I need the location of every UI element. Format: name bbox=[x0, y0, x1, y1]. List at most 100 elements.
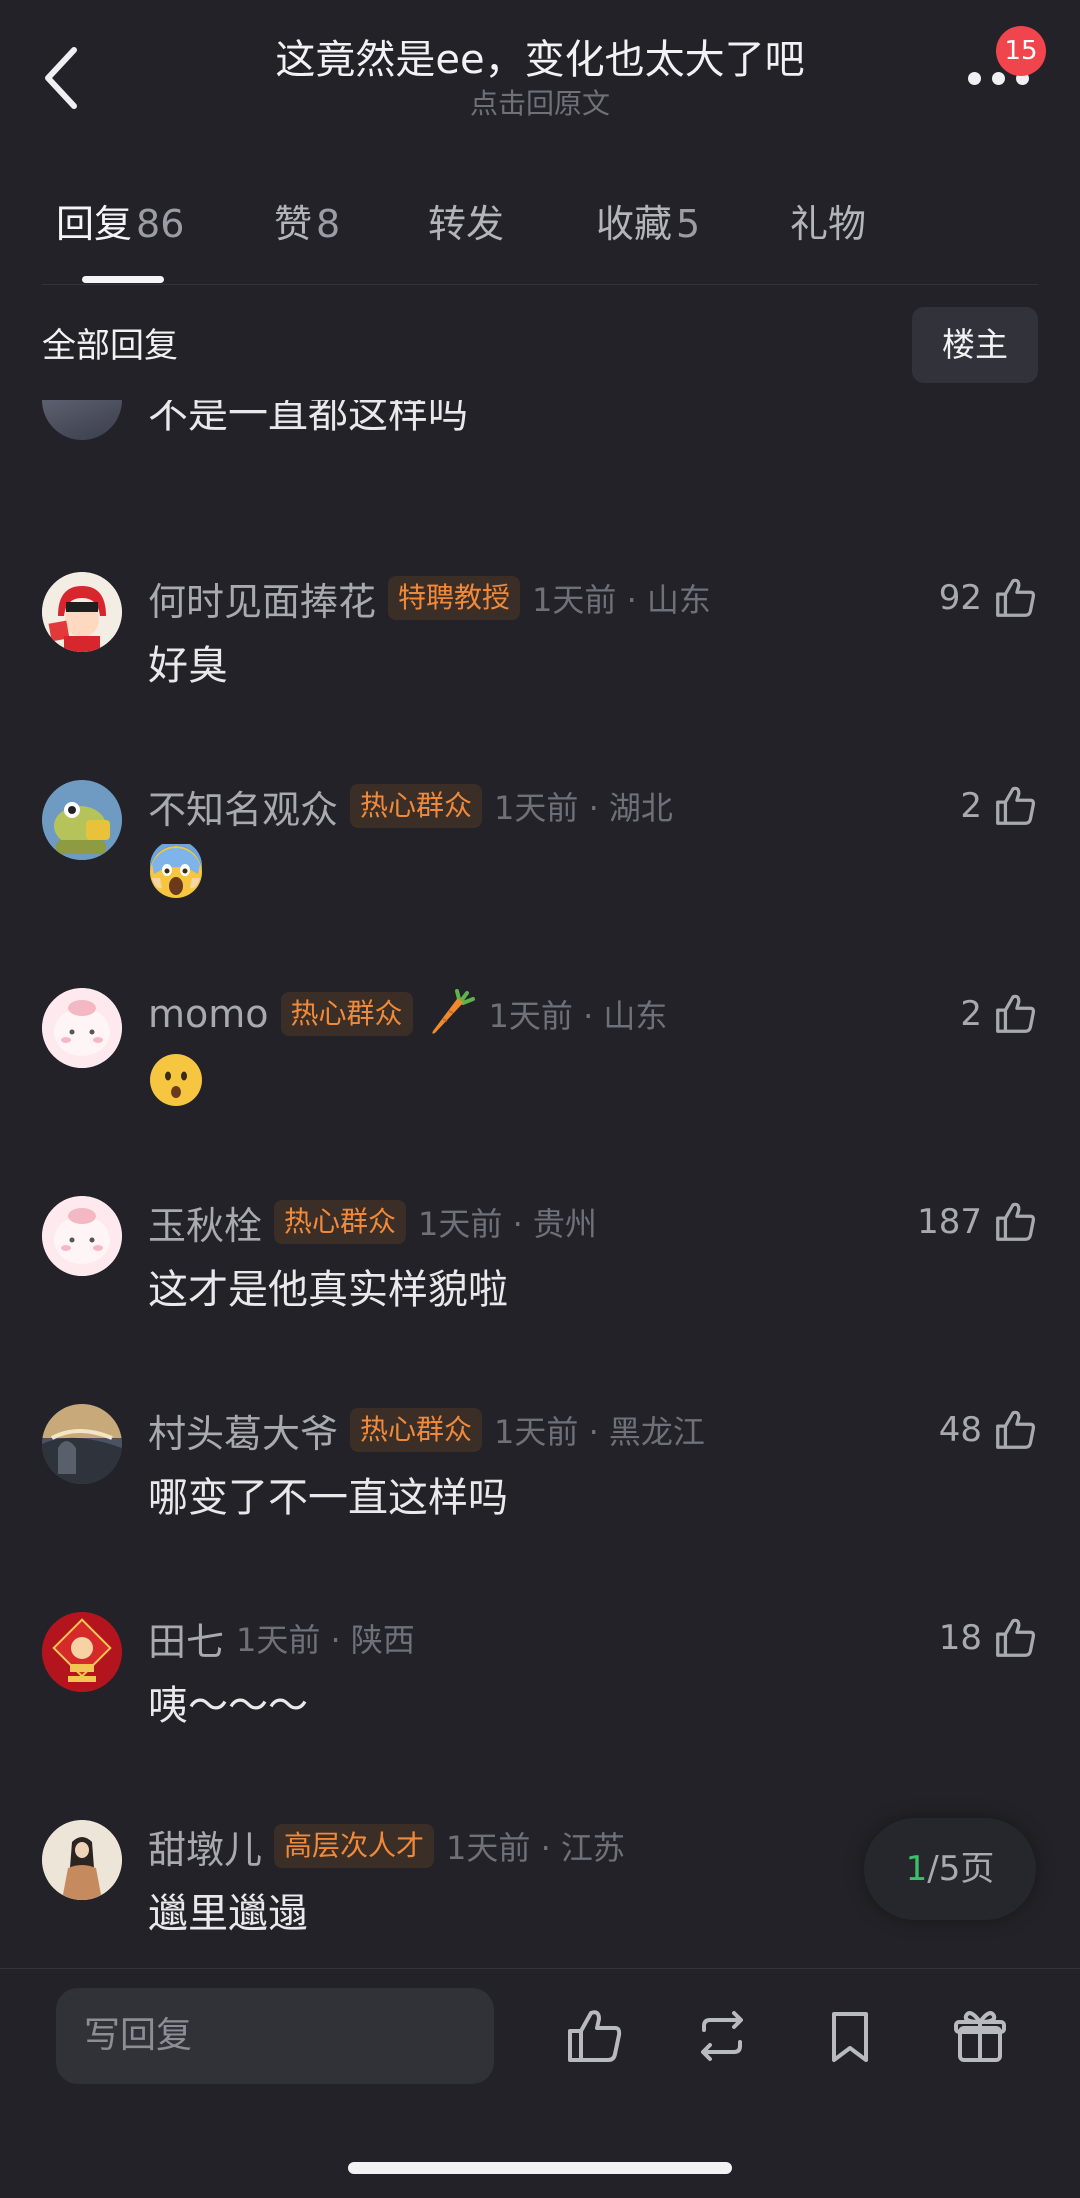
tab-reposts[interactable]: 转发 bbox=[428, 190, 504, 258]
user-title-badge: 热心群众 bbox=[350, 1408, 483, 1452]
timestamp-location: 1天前 · 山东 bbox=[488, 997, 668, 1035]
tab-likes[interactable]: 赞8 bbox=[274, 190, 340, 258]
girl-photo-avatar-icon bbox=[42, 1820, 122, 1900]
comment-text: 不是一直都这样吗 bbox=[148, 400, 468, 437]
username[interactable]: 不知名观众 bbox=[148, 779, 338, 834]
back-to-original-link[interactable]: 点击回原文 bbox=[190, 86, 890, 122]
like-icon[interactable] bbox=[562, 2004, 626, 2068]
username[interactable]: 田七 bbox=[148, 1611, 224, 1666]
comment-list[interactable]: 不是一直都这样吗 何时见面捧花 特聘教授 1天前 · 山东 好臭 92 不知名观… bbox=[0, 400, 1080, 1968]
bookmark-icon[interactable] bbox=[818, 2004, 882, 2068]
pink-blob-avatar-icon bbox=[42, 988, 122, 1068]
timestamp-location: 1天前 · 贵州 bbox=[418, 1205, 597, 1243]
comment-meta: 玉秋栓 热心群众 1天前 · 贵州 bbox=[148, 1196, 597, 1248]
comment-item[interactable]: momo 热心群众 1天前 · 山东 2 bbox=[0, 988, 1080, 1188]
total-pages: /5页 bbox=[927, 1849, 995, 1889]
more-dots-icon bbox=[968, 72, 981, 85]
pink-blob-avatar-icon bbox=[42, 1196, 122, 1276]
comment-text: 这才是他真实样貌啦 bbox=[148, 1267, 508, 1313]
like-button[interactable]: 18 bbox=[939, 1612, 1038, 1664]
thumbs-up-icon bbox=[996, 1618, 1036, 1657]
cartoon-girl-avatar-icon bbox=[42, 572, 122, 652]
username[interactable]: 玉秋栓 bbox=[148, 1195, 262, 1250]
like-count: 48 bbox=[938, 1410, 982, 1450]
user-title-badge: 特聘教授 bbox=[388, 576, 521, 620]
avatar[interactable] bbox=[42, 400, 122, 440]
divider bbox=[42, 284, 1038, 285]
thumbs-up-icon bbox=[996, 1202, 1036, 1241]
like-button[interactable]: 2 bbox=[960, 780, 1038, 832]
crocodile-avatar-icon bbox=[42, 780, 122, 860]
repost-icon[interactable] bbox=[690, 2004, 754, 2068]
op-only-button[interactable]: 楼主 bbox=[912, 307, 1038, 383]
like-count: 2 bbox=[960, 994, 982, 1034]
all-replies-label: 全部回复 bbox=[42, 326, 178, 366]
avatar[interactable] bbox=[42, 1612, 122, 1692]
timestamp-location: 1天前 · 湖北 bbox=[494, 789, 673, 827]
comment-meta: 村头葛大爷 热心群众 1天前 · 黑龙江 bbox=[148, 1404, 705, 1456]
avatar[interactable] bbox=[42, 988, 122, 1068]
back-button[interactable] bbox=[36, 40, 92, 116]
comment-meta: 何时见面捧花 特聘教授 1天前 · 山东 bbox=[148, 572, 711, 624]
comment-item[interactable]: 田七 1天前 · 陕西 咦～～～ 18 bbox=[0, 1612, 1080, 1812]
tab-gifts[interactable]: 礼物 bbox=[790, 190, 866, 258]
like-count: 92 bbox=[938, 578, 982, 618]
divider bbox=[0, 1968, 1080, 1969]
reply-input[interactable]: 写回复 bbox=[56, 1988, 494, 2084]
username[interactable]: 何时见面捧花 bbox=[148, 571, 376, 626]
notification-badge: 15 bbox=[996, 26, 1046, 76]
avatar[interactable] bbox=[42, 572, 122, 652]
avatar[interactable] bbox=[42, 1196, 122, 1276]
user-title-badge: 热心群众 bbox=[280, 992, 413, 1036]
timestamp-location: 1天前 · 山东 bbox=[532, 581, 711, 619]
comment-meta: 甜墩儿 高层次人才 1天前 · 江苏 bbox=[148, 1820, 625, 1872]
username[interactable]: momo bbox=[148, 992, 269, 1036]
user-title-badge: 热心群众 bbox=[350, 784, 483, 828]
like-count: 2 bbox=[960, 786, 982, 826]
comment-meta: 不知名观众 热心群众 1天前 · 湖北 bbox=[148, 780, 673, 832]
like-button[interactable]: 48 bbox=[939, 1404, 1038, 1456]
avatar[interactable] bbox=[42, 780, 122, 860]
timestamp-location: 1天前 · 陕西 bbox=[236, 1621, 415, 1659]
like-button[interactable]: 187 bbox=[917, 1196, 1038, 1248]
like-button[interactable]: 92 bbox=[939, 572, 1038, 624]
like-button[interactable]: 2 bbox=[960, 988, 1038, 1040]
current-page: 1 bbox=[905, 1849, 928, 1889]
user-title-badge: 热心群众 bbox=[274, 1200, 407, 1244]
top-navigation-bar: 这竟然是ee，变化也太大了吧 点击回原文 15 bbox=[0, 0, 1080, 160]
comment-meta: 田七 1天前 · 陕西 bbox=[148, 1612, 415, 1664]
thumbs-up-icon bbox=[996, 578, 1036, 617]
like-count: 18 bbox=[938, 1618, 982, 1658]
new-year-avatar-icon bbox=[42, 1612, 122, 1692]
landscape-avatar-icon bbox=[42, 1404, 122, 1484]
gift-icon[interactable] bbox=[948, 2004, 1012, 2068]
tab-replies[interactable]: 回复 86 bbox=[56, 190, 184, 258]
active-tab-indicator bbox=[82, 276, 164, 283]
comment-text: 哪变了不一直这样吗 bbox=[148, 1475, 508, 1521]
username[interactable]: 村头葛大爷 bbox=[148, 1403, 338, 1458]
comment-item[interactable]: 何时见面捧花 特聘教授 1天前 · 山东 好臭 92 bbox=[0, 572, 1080, 772]
comment-item[interactable]: 村头葛大爷 热心群众 1天前 · 黑龙江 哪变了不一直这样吗 48 bbox=[0, 1404, 1080, 1604]
timestamp-location: 1天前 · 黑龙江 bbox=[494, 1413, 705, 1451]
comment-item[interactable]: 不是一直都这样吗 bbox=[0, 400, 1080, 560]
timestamp-location: 1天前 · 江苏 bbox=[446, 1829, 625, 1867]
title-area[interactable]: 这竟然是ee，变化也太大了吧 点击回原文 bbox=[190, 34, 890, 122]
pagination-button[interactable]: 1/5页 bbox=[864, 1818, 1036, 1920]
username[interactable]: 甜墩儿 bbox=[148, 1819, 262, 1874]
tab-favorites[interactable]: 收藏 5 bbox=[596, 190, 700, 258]
like-count: 187 bbox=[917, 1202, 982, 1242]
screaming-face-emoji-icon bbox=[150, 844, 202, 898]
avatar[interactable] bbox=[42, 1820, 122, 1900]
thumbs-up-icon bbox=[996, 994, 1036, 1033]
comment-meta: momo 热心群众 1天前 · 山东 bbox=[148, 988, 667, 1040]
comment-text: 咦～～～ bbox=[148, 1683, 308, 1729]
comment-item[interactable]: 玉秋栓 热心群众 1天前 · 贵州 这才是他真实样貌啦 187 bbox=[0, 1196, 1080, 1396]
comment-text: 好臭 bbox=[148, 643, 228, 689]
thumbs-up-icon bbox=[996, 1410, 1036, 1449]
comment-item[interactable]: 不知名观众 热心群众 1天前 · 湖北 2 bbox=[0, 780, 1080, 980]
user-title-badge: 高层次人才 bbox=[274, 1824, 435, 1868]
carrot-icon bbox=[431, 989, 475, 1034]
avatar[interactable] bbox=[42, 1404, 122, 1484]
comment-text: 邋里邋遢 bbox=[148, 1891, 308, 1937]
page-title: 这竟然是ee，变化也太大了吧 bbox=[275, 37, 805, 83]
